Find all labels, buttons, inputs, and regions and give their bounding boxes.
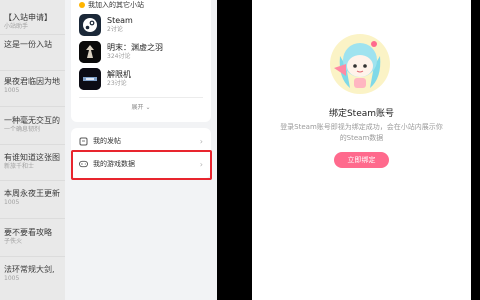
divider — [0, 144, 65, 145]
mingmo-logo-icon — [79, 41, 101, 63]
divider — [0, 34, 65, 35]
expand-button[interactable]: 展开 ⌄ — [71, 102, 211, 111]
bind-steam-dialog: 绑定Steam账号 登录Steam账号即视为绑定成功，会在小站内展示你的Stea… — [252, 0, 471, 300]
mascot-illustration — [326, 30, 396, 96]
feed-item[interactable]: 这是一份入站 — [4, 40, 65, 50]
feed-item[interactable]: 果夜君临因为地 1005 — [4, 77, 65, 95]
bind-now-button[interactable]: 立即绑定 — [334, 152, 389, 168]
feed-item-sub: 1005 — [4, 87, 20, 94]
feed-item-title: 法环常规大剑, — [4, 265, 55, 274]
dialog-description: 登录Steam账号即视为绑定成功，会在小站内展示你的Steam数据 — [280, 123, 443, 142]
divider — [0, 256, 65, 257]
site-name: Steam — [107, 16, 133, 25]
feed-item-title: 有谁知道这张图 — [4, 153, 60, 162]
feed-item-sub: 新旅千和士 — [4, 163, 35, 170]
post-icon — [79, 137, 88, 146]
feed-item-sub: 1005 — [4, 275, 20, 282]
site-item-jiexianji[interactable]: 解限机 23讨论 — [79, 68, 131, 90]
feed-column: 【入站申请】 小站助手 这是一份入站 果夜君临因为地 1005 一种毫无交互的 … — [0, 0, 65, 300]
feed-item[interactable]: 【入站申请】 小站助手 — [4, 13, 65, 31]
feed-item[interactable]: 法环常规大剑, 1005 — [4, 265, 65, 283]
site-count: 23讨论 — [107, 80, 127, 87]
chevron-down-icon: ⌄ — [145, 104, 151, 111]
menu-item-my-posts[interactable]: 我的发帖 › — [71, 130, 211, 152]
feed-item-title: 一种毫无交互的 — [4, 116, 60, 125]
feed-item-title: 【入站申请】 — [4, 13, 52, 22]
feed-item-sub: 小站助手 — [4, 23, 29, 30]
feed-item-title: 这是一份入站 — [4, 40, 52, 49]
site-name: 解限机 — [107, 70, 131, 79]
divider — [0, 70, 65, 71]
joined-sites-card: 我加入的其它小站 Steam 2讨论 明末：渊虚之羽 324讨论 解限机 23讨… — [71, 0, 211, 122]
site-name: 明末：渊虚之羽 — [107, 43, 163, 52]
feed-item-title: 本周永夜王更新 — [4, 189, 60, 198]
jiexianji-logo-icon — [79, 68, 101, 90]
feed-item-title: 果夜君临因为地 — [4, 77, 60, 86]
section-title: 我加入的其它小站 — [88, 1, 144, 9]
feed-item[interactable]: 本周永夜王更新 1005 — [4, 189, 65, 207]
site-item-mingmo[interactable]: 明末：渊虚之羽 324讨论 — [79, 41, 163, 63]
site-item-steam[interactable]: Steam 2讨论 — [79, 14, 133, 36]
expand-label: 展开 — [131, 104, 144, 111]
section-dot-icon — [79, 2, 85, 8]
feed-item[interactable]: 一种毫无交互的 一个确息韧剂 — [4, 116, 65, 134]
feed-item[interactable]: 要不要看攻略 子佚火 — [4, 228, 65, 246]
feed-item-sub: 一个确息韧剂 — [4, 126, 41, 133]
menu-item-label: 我的发帖 — [93, 137, 121, 145]
steam-logo-icon — [79, 14, 101, 36]
site-count: 2讨论 — [107, 26, 123, 33]
feed-item-sub: 子佚火 — [4, 238, 23, 245]
feed-item-title: 要不要看攻略 — [4, 228, 52, 237]
divider — [0, 106, 65, 107]
site-count: 324讨论 — [107, 53, 131, 60]
feed-item[interactable]: 有谁知道这张图 新旅千和士 — [4, 153, 65, 171]
chevron-right-icon: › — [199, 137, 203, 146]
feed-item-sub: 1005 — [4, 199, 20, 206]
divider — [0, 218, 65, 219]
section-header: 我加入的其它小站 — [79, 0, 144, 10]
dialog-title: 绑定Steam账号 — [328, 109, 395, 119]
divider — [0, 180, 65, 181]
divider — [79, 97, 203, 98]
highlight-box — [71, 150, 212, 180]
